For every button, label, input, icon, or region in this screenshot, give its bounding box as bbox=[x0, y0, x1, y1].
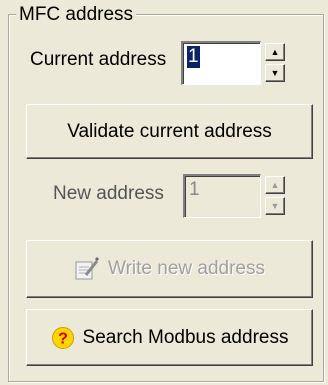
arrow-up-icon: ▲ bbox=[270, 46, 280, 57]
spin-down-button[interactable]: ▼ bbox=[265, 64, 285, 82]
current-address-input[interactable]: 1 bbox=[181, 41, 261, 85]
current-address-spinner[interactable]: ▲ ▼ bbox=[265, 43, 285, 85]
new-address-input[interactable]: 1 bbox=[183, 174, 261, 218]
validate-current-address-button[interactable]: Validate current address bbox=[26, 104, 313, 159]
write-document-icon bbox=[74, 257, 100, 281]
arrow-down-icon: ▼ bbox=[270, 200, 280, 211]
write-button-label: Write new address bbox=[108, 258, 265, 279]
question-mark-icon: ? bbox=[51, 326, 75, 350]
current-address-label: Current address bbox=[30, 49, 167, 70]
spin-up-button[interactable]: ▲ bbox=[265, 176, 285, 194]
group-title: MFC address bbox=[16, 4, 137, 26]
search-button-label: Search Modbus address bbox=[82, 326, 289, 348]
current-address-value: 1 bbox=[187, 46, 200, 68]
write-new-address-button[interactable]: Write new address bbox=[26, 240, 313, 298]
new-address-label: New address bbox=[53, 183, 164, 204]
search-modbus-address-button[interactable]: ? Search Modbus address bbox=[26, 309, 313, 366]
new-address-spinner[interactable]: ▲ ▼ bbox=[265, 176, 285, 218]
arrow-down-icon: ▼ bbox=[270, 67, 280, 78]
arrow-up-icon: ▲ bbox=[270, 179, 280, 190]
spin-down-button[interactable]: ▼ bbox=[265, 197, 285, 215]
new-address-value: 1 bbox=[189, 179, 200, 200]
svg-text:?: ? bbox=[58, 330, 68, 347]
spin-up-button[interactable]: ▲ bbox=[265, 43, 285, 61]
validate-button-label: Validate current address bbox=[67, 120, 272, 142]
